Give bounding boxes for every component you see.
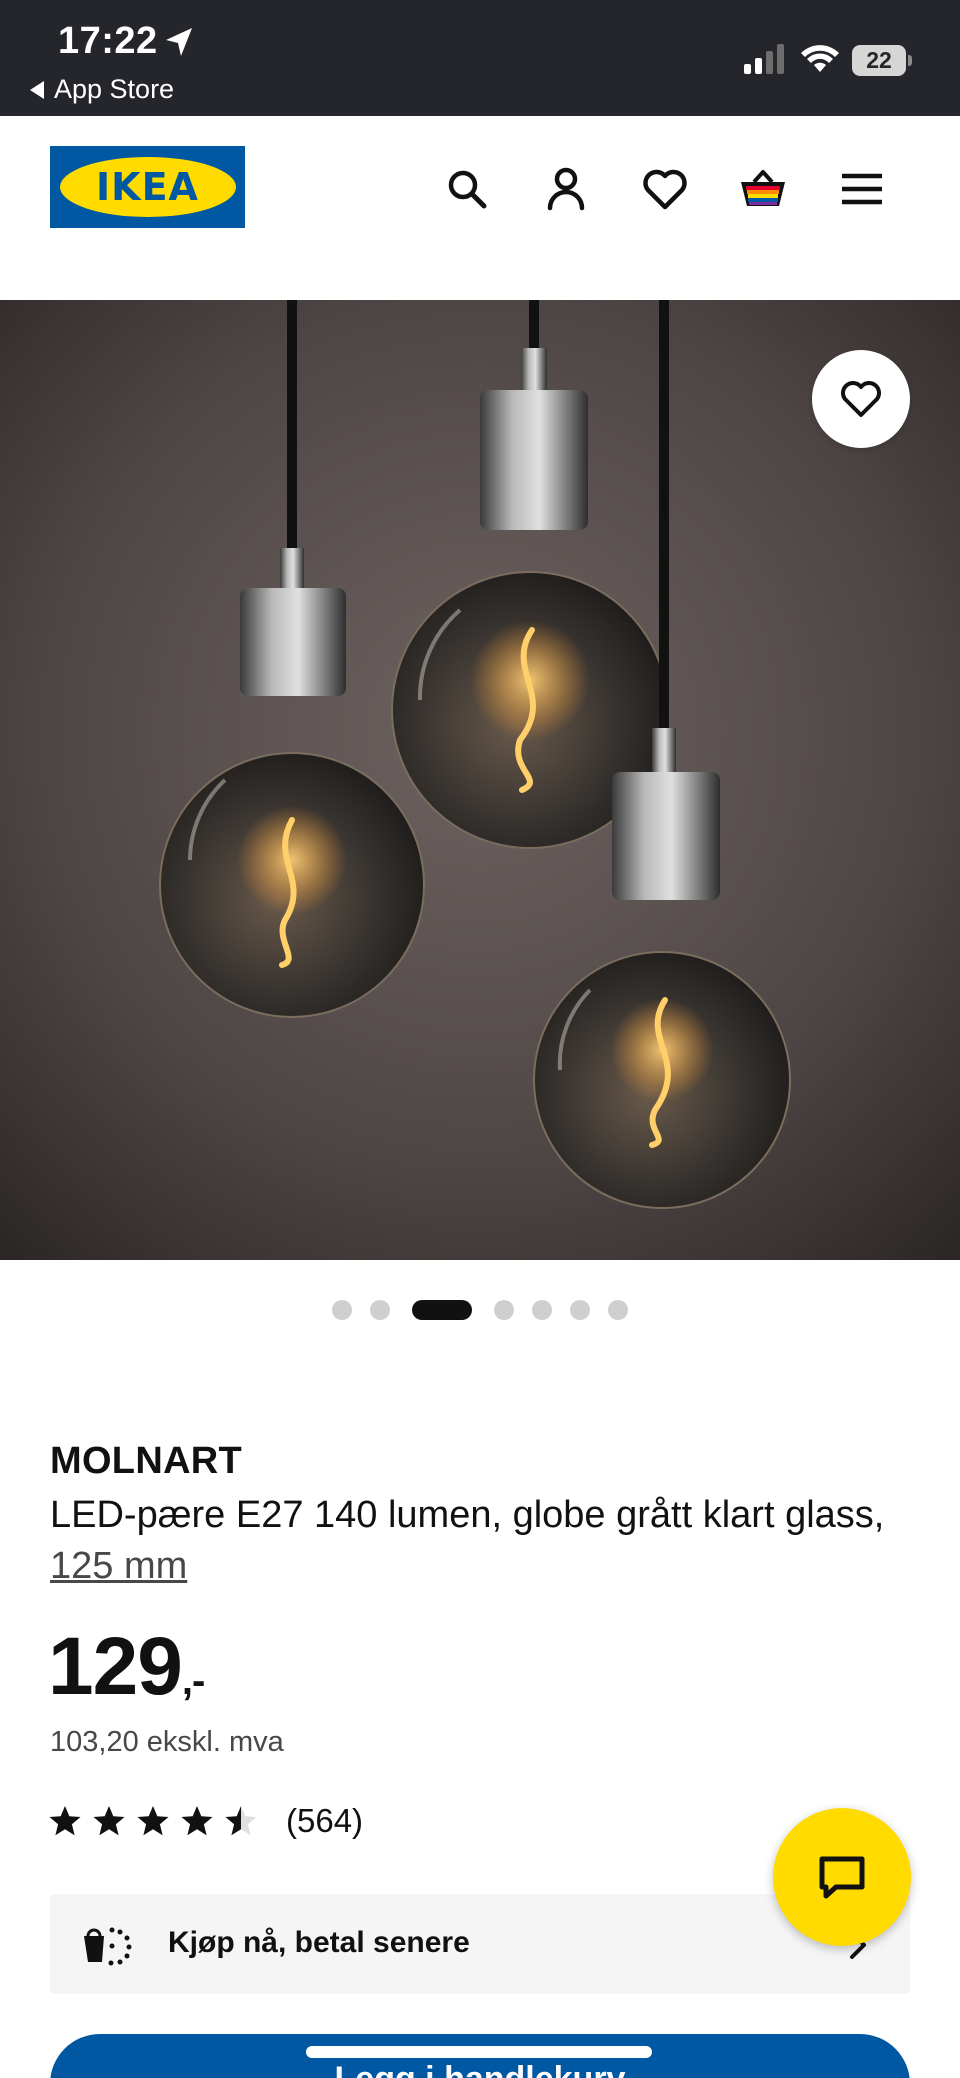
carousel-dot[interactable]: [332, 1300, 352, 1320]
review-count: (564): [286, 1802, 364, 1839]
star-full-icon: [137, 1806, 169, 1836]
back-to-app-store[interactable]: App Store: [30, 74, 174, 105]
heart-icon: [841, 381, 881, 417]
star-full-icon: [93, 1806, 125, 1836]
account-button[interactable]: [541, 164, 591, 214]
chat-bubble-icon: [819, 1856, 865, 1899]
carousel-dot-active[interactable]: [412, 1300, 472, 1320]
product-description: LED-pære E27 140 lumen, globe grått klar…: [50, 1490, 890, 1592]
cellular-signal-icon: [744, 44, 784, 74]
ikea-logo[interactable]: IKEA: [50, 146, 245, 228]
status-bar: 17:22 App Store 22: [0, 0, 960, 116]
site-header: IKEA: [0, 116, 960, 300]
product-size-link[interactable]: 125 mm: [50, 1545, 187, 1587]
logo-text: IKEA: [96, 165, 199, 209]
product-price: 129,-: [48, 1620, 205, 1714]
product-image-carousel[interactable]: [0, 300, 960, 1260]
star-full-icon: [181, 1806, 213, 1836]
status-time: 17:22: [58, 20, 158, 62]
wifi-icon: [801, 45, 839, 72]
price-main: 129: [48, 1621, 183, 1712]
carousel-dot[interactable]: [570, 1300, 590, 1320]
hamburger-menu-icon: [842, 173, 882, 205]
location-arrow-icon: [166, 28, 192, 56]
price-excluding-vat: 103,20 ekskl. mva: [50, 1726, 284, 1758]
star-full-icon: [49, 1806, 81, 1836]
battery-indicator: 22: [852, 45, 912, 77]
customer-chat-button[interactable]: [773, 1808, 911, 1946]
star-half-icon: [225, 1806, 257, 1836]
search-button[interactable]: [442, 164, 492, 214]
back-label: App Store: [54, 74, 175, 104]
carousel-dot[interactable]: [532, 1300, 552, 1320]
favourites-button[interactable]: [640, 164, 690, 214]
add-to-cart-label: Legg i handlekurv: [335, 2060, 626, 2078]
carousel-dot[interactable]: [370, 1300, 390, 1320]
home-indicator: [306, 2046, 652, 2058]
product-name: MOLNART: [50, 1440, 243, 1482]
battery-level: 22: [852, 45, 906, 76]
back-triangle-icon: [30, 80, 44, 99]
price-suffix: ,-: [181, 1659, 205, 1703]
account-icon: [547, 167, 585, 211]
product-photo: [0, 300, 960, 1260]
carousel-dot[interactable]: [494, 1300, 514, 1320]
product-description-text: LED-pære E27 140 lumen, globe grått klar…: [50, 1494, 885, 1536]
cart-button[interactable]: [738, 164, 788, 214]
carousel-dot[interactable]: [608, 1300, 628, 1320]
add-to-favourites-button[interactable]: [812, 350, 910, 448]
rating-stars: [48, 1804, 268, 1838]
shopping-bag-payment-icon: [84, 1927, 132, 1966]
pay-later-label: Kjøp nå, betal senere: [168, 1926, 470, 1959]
logo-oval: IKEA: [59, 157, 236, 217]
heart-icon: [643, 169, 687, 210]
product-rating[interactable]: (564): [48, 1802, 363, 1840]
search-icon: [448, 170, 487, 209]
carousel-pagination: [0, 1298, 960, 1322]
cart-icon: [741, 170, 785, 206]
menu-button[interactable]: [837, 164, 887, 214]
battery-nub: [908, 55, 912, 66]
